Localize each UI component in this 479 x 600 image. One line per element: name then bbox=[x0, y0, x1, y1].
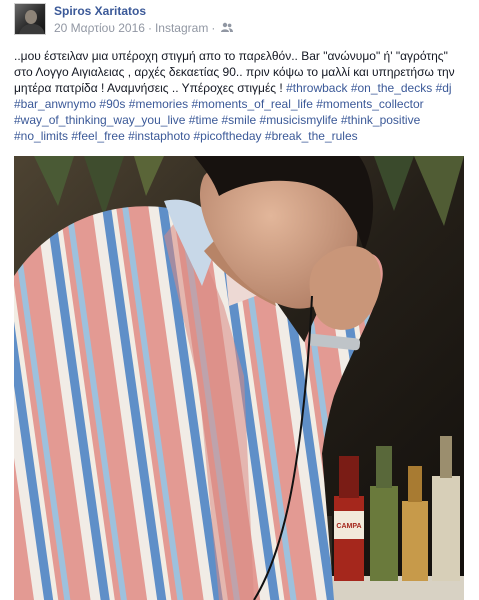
hashtag-link[interactable]: #time bbox=[189, 113, 218, 127]
hashtag-link[interactable]: #feel_free bbox=[71, 129, 124, 143]
hashtag-link[interactable]: #picoftheday bbox=[194, 129, 262, 143]
hashtag-link[interactable]: #moments_collector bbox=[316, 97, 423, 111]
post-date[interactable]: 20 Μαρτίου 2016 bbox=[54, 21, 145, 35]
hashtag-link[interactable]: #way_of_thinking_way_you_live bbox=[14, 113, 185, 127]
hashtag-link[interactable]: #smile bbox=[221, 113, 256, 127]
post-card: Spiros Xaritatos 20 Μαρτίου 2016 · Instagr… bbox=[0, 0, 479, 600]
hashtag-link[interactable]: #musicismylife bbox=[260, 113, 338, 127]
friends-icon[interactable] bbox=[221, 22, 234, 33]
hashtag-link[interactable]: #bar_anwnymo bbox=[14, 97, 96, 111]
hashtag-link[interactable]: #think_positive bbox=[341, 113, 420, 127]
meta-separator-2: · bbox=[211, 20, 216, 35]
post-caption: ..μου έστειλαν μια υπέροχη στιγμή απο το… bbox=[14, 48, 466, 144]
hashtag-link[interactable]: #on_the_decks bbox=[351, 81, 432, 95]
meta-separator: · bbox=[147, 20, 152, 35]
post-photo[interactable]: CAMPA bbox=[14, 156, 464, 600]
avatar[interactable] bbox=[14, 3, 46, 35]
hashtag-link[interactable]: #memories bbox=[129, 97, 188, 111]
bottle-label: CAMPA bbox=[336, 523, 361, 530]
hashtag-link[interactable]: #break_the_rules bbox=[265, 129, 358, 143]
post-meta: 20 Μαρτίου 2016 · Instagram · bbox=[54, 20, 234, 35]
hashtag-link[interactable]: #moments_of_real_life bbox=[191, 97, 312, 111]
hashtag-link[interactable]: #instaphoto bbox=[128, 129, 190, 143]
photo-illustration: CAMPA bbox=[14, 156, 464, 600]
hashtag-link[interactable]: #throwback bbox=[286, 81, 347, 95]
hashtag-link[interactable]: #dj bbox=[436, 81, 452, 95]
hashtag-link[interactable]: #90s bbox=[99, 97, 125, 111]
post-source[interactable]: Instagram bbox=[155, 21, 208, 35]
hashtag-link[interactable]: #no_limits bbox=[14, 129, 68, 143]
author-name[interactable]: Spiros Xaritatos bbox=[54, 4, 146, 18]
